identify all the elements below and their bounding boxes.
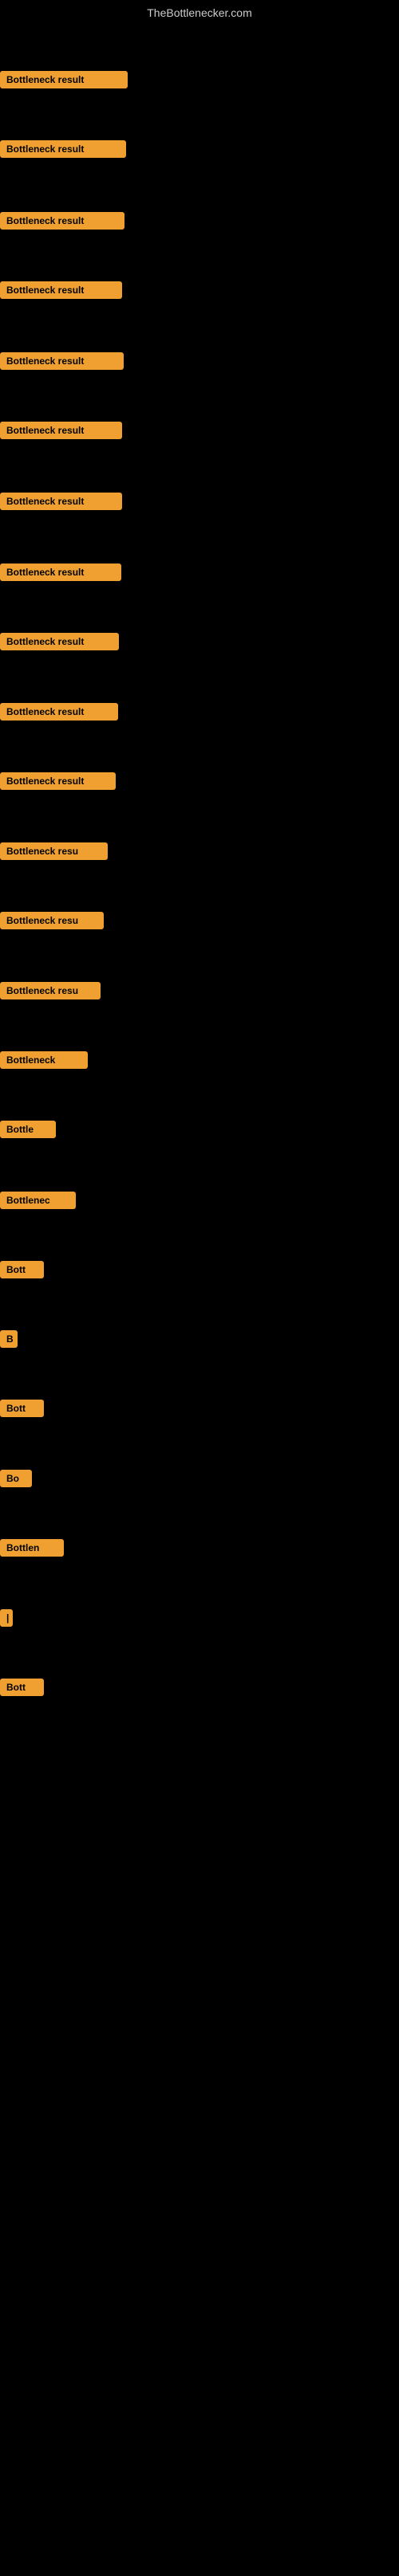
bottleneck-badge-row-19: B	[0, 1330, 18, 1352]
bottleneck-badge-16[interactable]: Bottle	[0, 1121, 56, 1138]
bottleneck-badge-15[interactable]: Bottleneck	[0, 1051, 88, 1069]
bottleneck-badge-20[interactable]: Bott	[0, 1400, 44, 1417]
bottleneck-badge-row-17: Bottlenec	[0, 1192, 76, 1213]
bottleneck-badge-7[interactable]: Bottleneck result	[0, 493, 122, 510]
bottleneck-badge-row-1: Bottleneck result	[0, 71, 128, 92]
bottleneck-badge-row-10: Bottleneck result	[0, 703, 118, 724]
bottleneck-badge-8[interactable]: Bottleneck result	[0, 564, 121, 581]
bottleneck-badge-row-4: Bottleneck result	[0, 281, 122, 303]
bottleneck-badge-10[interactable]: Bottleneck result	[0, 703, 118, 721]
bottleneck-badge-18[interactable]: Bott	[0, 1261, 44, 1278]
bottleneck-badge-13[interactable]: Bottleneck resu	[0, 912, 104, 929]
site-title: TheBottlenecker.com	[0, 0, 399, 26]
bottleneck-badge-row-20: Bott	[0, 1400, 44, 1421]
bottleneck-badge-23[interactable]: |	[0, 1609, 13, 1627]
bottleneck-badge-row-7: Bottleneck result	[0, 493, 122, 514]
bottleneck-badge-row-24: Bott	[0, 1679, 44, 1700]
bottleneck-badge-row-15: Bottleneck	[0, 1051, 88, 1073]
bottleneck-badge-6[interactable]: Bottleneck result	[0, 422, 122, 439]
bottleneck-badge-24[interactable]: Bott	[0, 1679, 44, 1696]
bottleneck-badge-5[interactable]: Bottleneck result	[0, 352, 124, 370]
bottleneck-badge-row-5: Bottleneck result	[0, 352, 124, 374]
bottleneck-badge-14[interactable]: Bottleneck resu	[0, 982, 101, 999]
bottleneck-badge-row-9: Bottleneck result	[0, 633, 119, 654]
bottleneck-badge-row-11: Bottleneck result	[0, 772, 116, 794]
bottleneck-badge-22[interactable]: Bottlen	[0, 1539, 64, 1557]
bottleneck-badge-9[interactable]: Bottleneck result	[0, 633, 119, 650]
bottleneck-badge-row-12: Bottleneck resu	[0, 842, 108, 864]
bottleneck-badge-row-16: Bottle	[0, 1121, 56, 1142]
bottleneck-badge-row-22: Bottlen	[0, 1539, 64, 1561]
bottleneck-badge-row-8: Bottleneck result	[0, 564, 121, 585]
bottleneck-badge-row-14: Bottleneck resu	[0, 982, 101, 1003]
bottleneck-badge-row-18: Bott	[0, 1261, 44, 1282]
bottleneck-badge-row-3: Bottleneck result	[0, 212, 124, 234]
bottleneck-badge-row-13: Bottleneck resu	[0, 912, 104, 933]
bottleneck-badge-3[interactable]: Bottleneck result	[0, 212, 124, 230]
bottleneck-badge-4[interactable]: Bottleneck result	[0, 281, 122, 299]
bottleneck-badge-2[interactable]: Bottleneck result	[0, 140, 126, 158]
bottleneck-badge-21[interactable]: Bo	[0, 1470, 32, 1487]
bottleneck-badge-19[interactable]: B	[0, 1330, 18, 1348]
bottleneck-badge-11[interactable]: Bottleneck result	[0, 772, 116, 790]
bottleneck-badge-row-21: Bo	[0, 1470, 32, 1491]
bottleneck-badge-row-6: Bottleneck result	[0, 422, 122, 443]
bottleneck-badge-row-2: Bottleneck result	[0, 140, 126, 162]
bottleneck-badge-1[interactable]: Bottleneck result	[0, 71, 128, 88]
bottleneck-badge-17[interactable]: Bottlenec	[0, 1192, 76, 1209]
bottleneck-badge-12[interactable]: Bottleneck resu	[0, 842, 108, 860]
bottleneck-badge-row-23: |	[0, 1609, 13, 1631]
